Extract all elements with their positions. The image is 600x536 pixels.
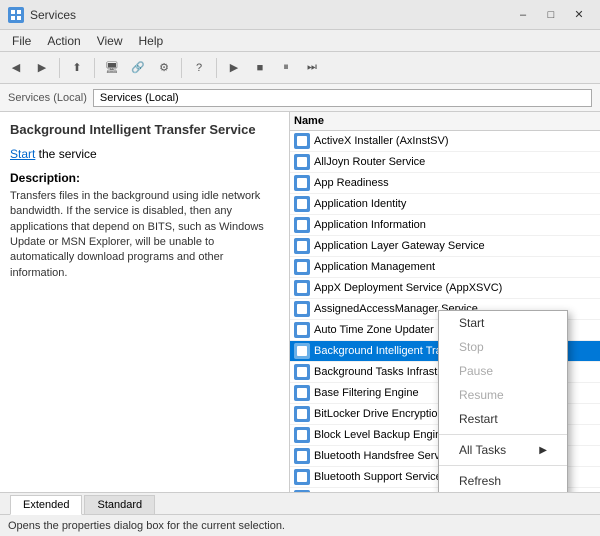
list-item[interactable]: Application Information [290,215,600,236]
context-menu-separator-1 [439,434,567,435]
address-value: Services (Local) [93,89,592,107]
menu-bar: File Action View Help [0,30,600,52]
service-icon [294,427,310,443]
context-menu-separator-2 [439,465,567,466]
service-icon [294,133,310,149]
toolbar-separator-4 [216,58,217,78]
address-bar: Services (Local) Services (Local) [0,84,600,112]
address-label: Services (Local) [8,92,87,104]
window-title: Services [30,8,76,22]
menu-help[interactable]: Help [131,32,172,50]
toolbar-separator-3 [181,58,182,78]
list-item[interactable]: App Readiness [290,173,600,194]
service-icon [294,364,310,380]
context-menu-all-tasks[interactable]: All Tasks ▶ [439,438,567,462]
bottom-tabs: Extended Standard [0,492,600,514]
minimize-button[interactable]: – [510,5,536,25]
service-icon [294,469,310,485]
service-icon [294,301,310,317]
context-menu-stop[interactable]: Stop [439,335,567,359]
list-item[interactable]: Application Identity [290,194,600,215]
connect-button[interactable]: 🔗 [126,56,150,80]
service-icon [294,343,310,359]
start-service-button[interactable]: ▶ [222,56,246,80]
submenu-arrow-icon: ▶ [539,445,547,456]
window-controls: – □ ✕ [510,5,592,25]
description-header: Description: [10,171,279,185]
help-toolbar-button[interactable]: ? [187,56,211,80]
stop-service-button[interactable]: ■ [248,56,272,80]
status-bar: Opens the properties dialog box for the … [0,514,600,536]
menu-action[interactable]: Action [39,32,88,50]
service-icon [294,175,310,191]
main-content: Background Intelligent Transfer Service … [0,112,600,492]
service-icon [294,406,310,422]
toolbar-separator-2 [94,58,95,78]
service-icon [294,196,310,212]
service-description: Transfers files in the background using … [10,189,279,281]
service-icon [294,448,310,464]
tab-standard[interactable]: Standard [84,495,155,514]
up-button[interactable]: ⬆ [65,56,89,80]
title-bar: Services – □ ✕ [0,0,600,30]
list-item[interactable]: AppX Deployment Service (AppXSVC) [290,278,600,299]
list-item[interactable]: AllJoyn Router Service [290,152,600,173]
name-column-header: Name [294,115,596,127]
context-menu: Start Stop Pause Resume Restart All Task… [438,310,568,492]
context-menu-restart[interactable]: Restart [439,407,567,431]
service-icon [294,154,310,170]
start-service-link[interactable]: Start [10,147,35,161]
close-button[interactable]: ✕ [566,5,592,25]
context-menu-start[interactable]: Start [439,311,567,335]
toolbar: ◀ ▶ ⬆ 🖥 🔗 ⚙ ? ▶ ■ ⏸ ⏭ [0,52,600,84]
list-header: Name [290,112,600,131]
tab-extended[interactable]: Extended [10,495,82,515]
toolbar-separator-1 [59,58,60,78]
status-text: Opens the properties dialog box for the … [8,520,285,532]
restart-service-button[interactable]: ⏭ [300,56,324,80]
context-menu-pause[interactable]: Pause [439,359,567,383]
service-icon [294,385,310,401]
menu-file[interactable]: File [4,32,39,50]
list-item[interactable]: Application Layer Gateway Service [290,236,600,257]
service-icon [294,280,310,296]
forward-button[interactable]: ▶ [30,56,54,80]
right-panel: Name ActiveX Installer (AxInstSV) AllJoy… [290,112,600,492]
context-menu-resume[interactable]: Resume [439,383,567,407]
back-button[interactable]: ◀ [4,56,28,80]
properties-button[interactable]: ⚙ [152,56,176,80]
start-service-link-container: Start the service [10,147,279,161]
app-icon [8,7,24,23]
service-icon [294,490,310,492]
service-icon [294,217,310,233]
list-item[interactable]: ActiveX Installer (AxInstSV) [290,131,600,152]
start-link-suffix: the service [35,147,96,161]
menu-view[interactable]: View [89,32,131,50]
maximize-button[interactable]: □ [538,5,564,25]
pause-service-button[interactable]: ⏸ [274,56,298,80]
left-panel: Background Intelligent Transfer Service … [0,112,290,492]
list-item[interactable]: Application Management [290,257,600,278]
service-icon [294,238,310,254]
service-title: Background Intelligent Transfer Service [10,122,279,139]
show-hide-button[interactable]: 🖥 [100,56,124,80]
context-menu-refresh[interactable]: Refresh [439,469,567,492]
service-icon [294,322,310,338]
service-icon [294,259,310,275]
